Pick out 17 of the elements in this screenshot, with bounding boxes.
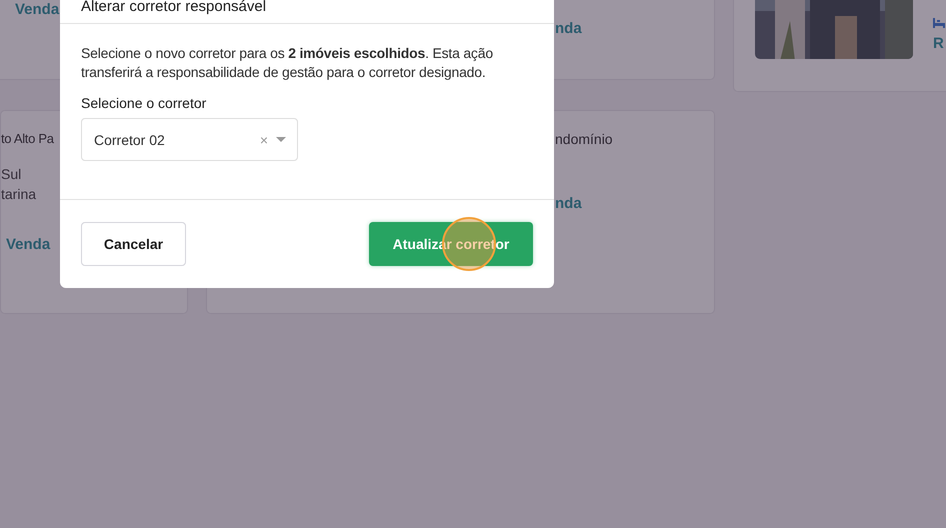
- deal-type: Venda: [5, 236, 52, 253]
- listing-title: to Alto Pa: [1, 131, 54, 146]
- cancel-button[interactable]: Cancelar: [81, 222, 186, 266]
- address-text: tarina: [1, 186, 38, 202]
- broker-select[interactable]: Corretor 02 ×: [81, 118, 298, 161]
- address-text: Sul: [1, 166, 22, 182]
- dialog-title: Alterar corretor responsável: [81, 0, 268, 15]
- listing-title: ndomínio: [555, 131, 613, 147]
- deal-type: nda: [555, 195, 583, 212]
- select-value: Corretor 02: [94, 132, 166, 148]
- deal-type: nda: [555, 20, 582, 37]
- dialog-message: Selecione o novo corretor para os 2 imóveis escolhidos. Esta ação transferirá a responsabilidade de gestão para o corretor designado.: [81, 44, 494, 82]
- deal-type: Venda: [15, 1, 60, 18]
- bed-icon: [933, 18, 945, 28]
- field-label: Selecione o corretor: [81, 95, 208, 111]
- caret-icon: [276, 137, 286, 142]
- deal-type: R: [933, 35, 945, 52]
